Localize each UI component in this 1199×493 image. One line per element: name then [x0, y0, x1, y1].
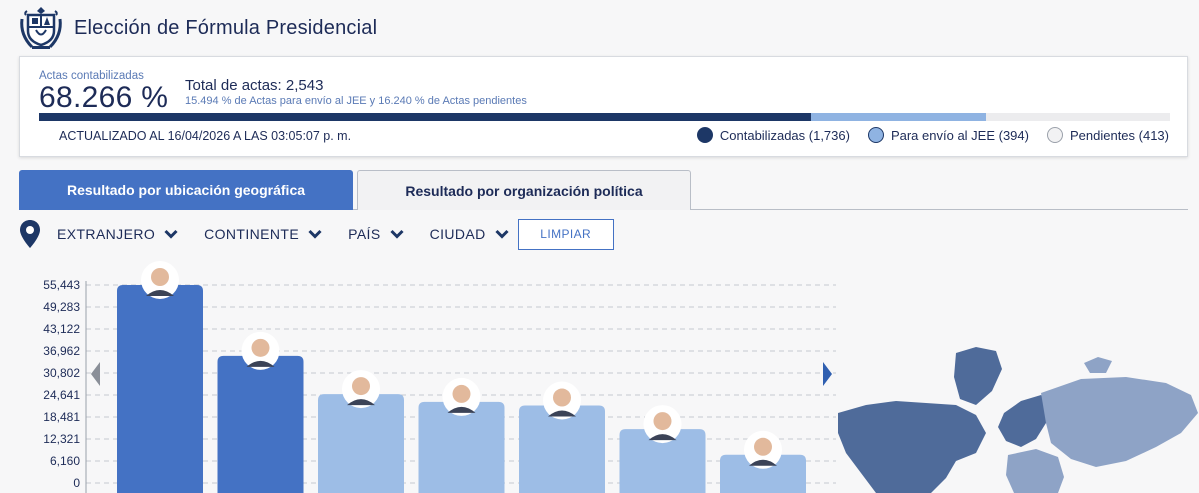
filter-continente[interactable]: CONTINENTE: [204, 226, 322, 242]
legend-label: Pendientes (413): [1069, 127, 1169, 143]
updated-timestamp: ACTUALIZADO AL 16/04/2026 A LAS 03:05:07…: [59, 129, 352, 143]
bar-candidate-1[interactable]: [117, 285, 203, 493]
y-tick-label: 49,283: [43, 300, 80, 314]
legend-label: Para envío al JEE (394): [890, 127, 1029, 143]
filter-pais[interactable]: PAÍS: [348, 226, 404, 242]
y-tick-label: 30,802: [43, 366, 80, 380]
legend-dot-pendientes: [1046, 127, 1063, 143]
chart-prev-arrow-icon[interactable]: [91, 362, 100, 386]
y-tick-label: 18,481: [43, 410, 80, 424]
y-tick-label: 36,962: [43, 344, 80, 358]
world-map[interactable]: [836, 343, 1199, 493]
actas-percentage: 68.266 %: [39, 81, 169, 114]
progress-legend: Contabilizadas (1,736) Para envío al JEE…: [679, 127, 1169, 143]
y-tick-label: 43,122: [43, 322, 80, 336]
total-actas: Total de actas: 2,543: [185, 77, 324, 94]
actas-subtitle: 15.494 % de Actas para envío al JEE y 16…: [185, 95, 527, 107]
result-tabs: Resultado por ubicación geográfica Resul…: [19, 170, 1188, 210]
page-title: Elección de Fórmula Presidencial: [74, 17, 378, 39]
map-africa[interactable]: [1006, 449, 1064, 493]
map-north-america[interactable]: [838, 401, 986, 493]
summary-card: Actas contabilizadas 68.266 % Total de a…: [19, 56, 1188, 157]
candidate-avatar-6: [643, 405, 682, 444]
bar-candidate-2[interactable]: [217, 355, 304, 493]
bar-candidate-3[interactable]: [318, 394, 404, 493]
tab-organization[interactable]: Resultado por organización política: [357, 170, 691, 210]
progress-jee: [811, 113, 987, 121]
legend-dot-contabilizadas: [696, 127, 713, 143]
filter-label: CONTINENTE: [204, 226, 300, 242]
chart-next-arrow-icon[interactable]: [823, 362, 832, 386]
actas-progress-bar: [39, 113, 1170, 121]
candidate-avatar-7: [744, 430, 782, 469]
y-tick-label: 0: [73, 476, 80, 490]
map-greenland[interactable]: [954, 347, 1002, 405]
filter-label: CIUDAD: [429, 226, 486, 242]
filter-extranjero[interactable]: EXTRANJERO: [57, 226, 178, 242]
legend-dot-jee: [867, 127, 884, 143]
location-pin-icon: [20, 220, 40, 248]
y-tick-label: 12,321: [43, 432, 80, 446]
y-tick-label: 6,160: [50, 454, 80, 468]
page-header: Elección de Fórmula Presidencial: [0, 0, 1199, 55]
legend-label: Contabilizadas (1,736): [719, 127, 850, 143]
tab-geographic[interactable]: Resultado por ubicación geográfica: [19, 170, 353, 210]
legend-pendientes: Pendientes (413): [1046, 127, 1169, 143]
clear-filters-button[interactable]: LIMPIAR: [517, 218, 614, 250]
chevron-down-icon: [495, 229, 509, 239]
candidate-avatar-3: [342, 370, 380, 409]
legend-jee: Para envío al JEE (394): [867, 127, 1029, 143]
legend-contabilizadas: Contabilizadas (1,736): [696, 127, 850, 143]
results-bar-chart: 0 6,160 12,321 18,481 24,641 30,802 36,962 43,1…: [43, 261, 836, 493]
progress-contabilizadas: [39, 113, 812, 121]
chevron-down-icon: [164, 229, 178, 239]
location-filters: EXTRANJERO CONTINENTE PAÍS CIUDAD LIMPIA…: [19, 218, 614, 250]
filter-ciudad[interactable]: CIUDAD: [430, 226, 509, 242]
filter-label: EXTRANJERO: [57, 226, 156, 242]
y-tick-label: 24,641: [43, 388, 80, 402]
chevron-down-icon: [390, 229, 404, 239]
map-asia[interactable]: [1041, 377, 1198, 467]
filter-label: PAÍS: [348, 226, 381, 242]
candidate-avatar-4: [442, 377, 481, 416]
y-tick-label: 55,443: [43, 278, 80, 292]
candidate-avatar-2: [241, 331, 280, 370]
chevron-down-icon: [308, 229, 322, 239]
candidate-avatar-5: [543, 381, 581, 420]
map-arctic-island[interactable]: [1084, 357, 1112, 373]
candidate-avatar-1: [141, 261, 179, 299]
coat-of-arms-logo: [20, 7, 62, 49]
